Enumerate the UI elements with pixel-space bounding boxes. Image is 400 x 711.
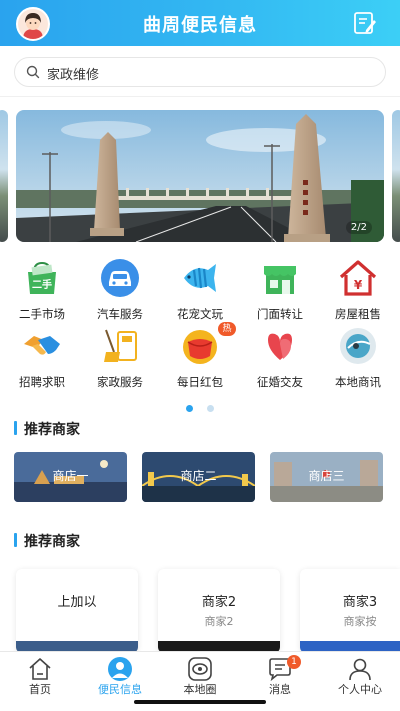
merchant-name: 上加以 [57,595,97,610]
merchant-thumb-label: 商店三 [308,469,345,483]
pager-dot-active[interactable] [186,405,194,412]
pager-dot[interactable] [206,405,214,412]
search-icon [26,65,40,79]
merchant-subtitle: 商家按 [343,615,377,628]
hot-badge: 热 [218,322,236,336]
category-label: 每日红包 [177,375,223,389]
car-service-icon [101,259,139,297]
category-label: 汽车服务 [97,307,143,321]
category-label: 家政服务 [97,375,143,389]
category-label: 花宠文玩 [177,307,223,321]
svg-text:二手: 二手 [32,278,52,291]
home-indicator [134,700,266,704]
category-pager [0,397,400,416]
tab-profile[interactable]: 个人中心 [320,652,400,711]
tab-label: 本地圈 [183,683,217,696]
convenience-icon [108,657,132,681]
merchant-thumb-2[interactable]: 商店二 [142,452,255,502]
search-input[interactable]: 家政维修 [14,57,386,87]
category-label: 征婚交友 [257,375,303,389]
section-accent [14,421,17,435]
section-accent [14,533,17,547]
category-housekeeping[interactable]: 家政服务 [80,326,160,392]
section-title: 推荐商家 [24,534,80,550]
category-label: 二手市场 [19,307,65,321]
banner-next-peek[interactable] [392,110,400,242]
merchant-thumb-3[interactable]: 商店三 [270,452,383,502]
category-house-rental[interactable]: ¥ 房屋租售 [318,258,398,324]
profile-icon [349,658,371,681]
app-header: 曲周便民信息 [0,0,400,46]
category-label: 本地商讯 [335,375,381,389]
category-secondhand-market[interactable]: 二手 二手市场 [2,258,82,324]
secondhand-market-icon: 二手 [28,261,56,294]
svg-text:¥: ¥ [354,278,363,292]
category-daily-red-packet[interactable]: 热 每日红包 [160,322,240,392]
merchant-thumb-1[interactable]: 商店一 [14,452,127,502]
section-header: 推荐商家 [14,531,134,550]
edit-post-button[interactable] [352,10,378,36]
section-header: 推荐商家 [14,419,134,438]
category-label: 招聘求职 [19,375,65,389]
edit-icon [354,12,376,34]
local-news-icon [340,328,376,364]
banner-carousel[interactable]: 2/2 [16,110,384,242]
home-icon [29,658,51,680]
category-recruitment[interactable]: 招聘求职 [2,326,82,392]
local-circle-icon [188,657,212,681]
divider [0,96,400,97]
housekeeping-icon [104,329,137,362]
page-title: 曲周便民信息 [143,15,257,36]
category-matchmaking[interactable]: 征婚交友 [240,326,320,392]
category-label: 门面转让 [257,307,303,321]
message-count-badge: 1 [287,655,301,669]
banner-image [16,110,384,242]
tab-label: 消息 [269,683,291,696]
tab-label: 首页 [29,683,51,696]
merchant-card-1[interactable]: 上加以 [16,569,138,653]
category-storefront-transfer[interactable]: 门面转让 [240,258,320,324]
banner-counter: 2/2 [345,221,372,234]
category-label: 房屋租售 [335,307,381,321]
category-pets-antiques[interactable]: 花宠文玩 [160,258,240,324]
tab-label: 便民信息 [98,683,142,696]
search-query: 家政维修 [47,68,100,83]
category-local-news[interactable]: 本地商讯 [318,326,398,392]
tab-label: 个人中心 [338,683,382,696]
banner-prev-peek[interactable] [0,110,8,242]
pet-fish-icon [184,264,216,292]
hearts-icon [268,333,292,360]
handshake-icon [24,336,60,355]
category-car-service[interactable]: 汽车服务 [80,258,160,324]
merchant-card-3[interactable]: 商家3 商家按 [300,569,400,653]
merchant-subtitle: 商家2 [204,615,234,628]
merchant-thumb-label: 商店一 [52,469,89,483]
merchant-thumb-label: 商店二 [180,469,217,483]
house-rental-icon: ¥ [339,260,377,296]
red-envelope-icon [183,330,217,364]
merchant-name: 商家2 [201,595,237,610]
merchant-name: 商家3 [342,595,378,610]
storefront-icon [264,266,296,294]
tab-home[interactable]: 首页 [0,652,80,711]
section-title: 推荐商家 [24,422,80,438]
merchant-card-2[interactable]: 商家2 商家2 [158,569,280,653]
